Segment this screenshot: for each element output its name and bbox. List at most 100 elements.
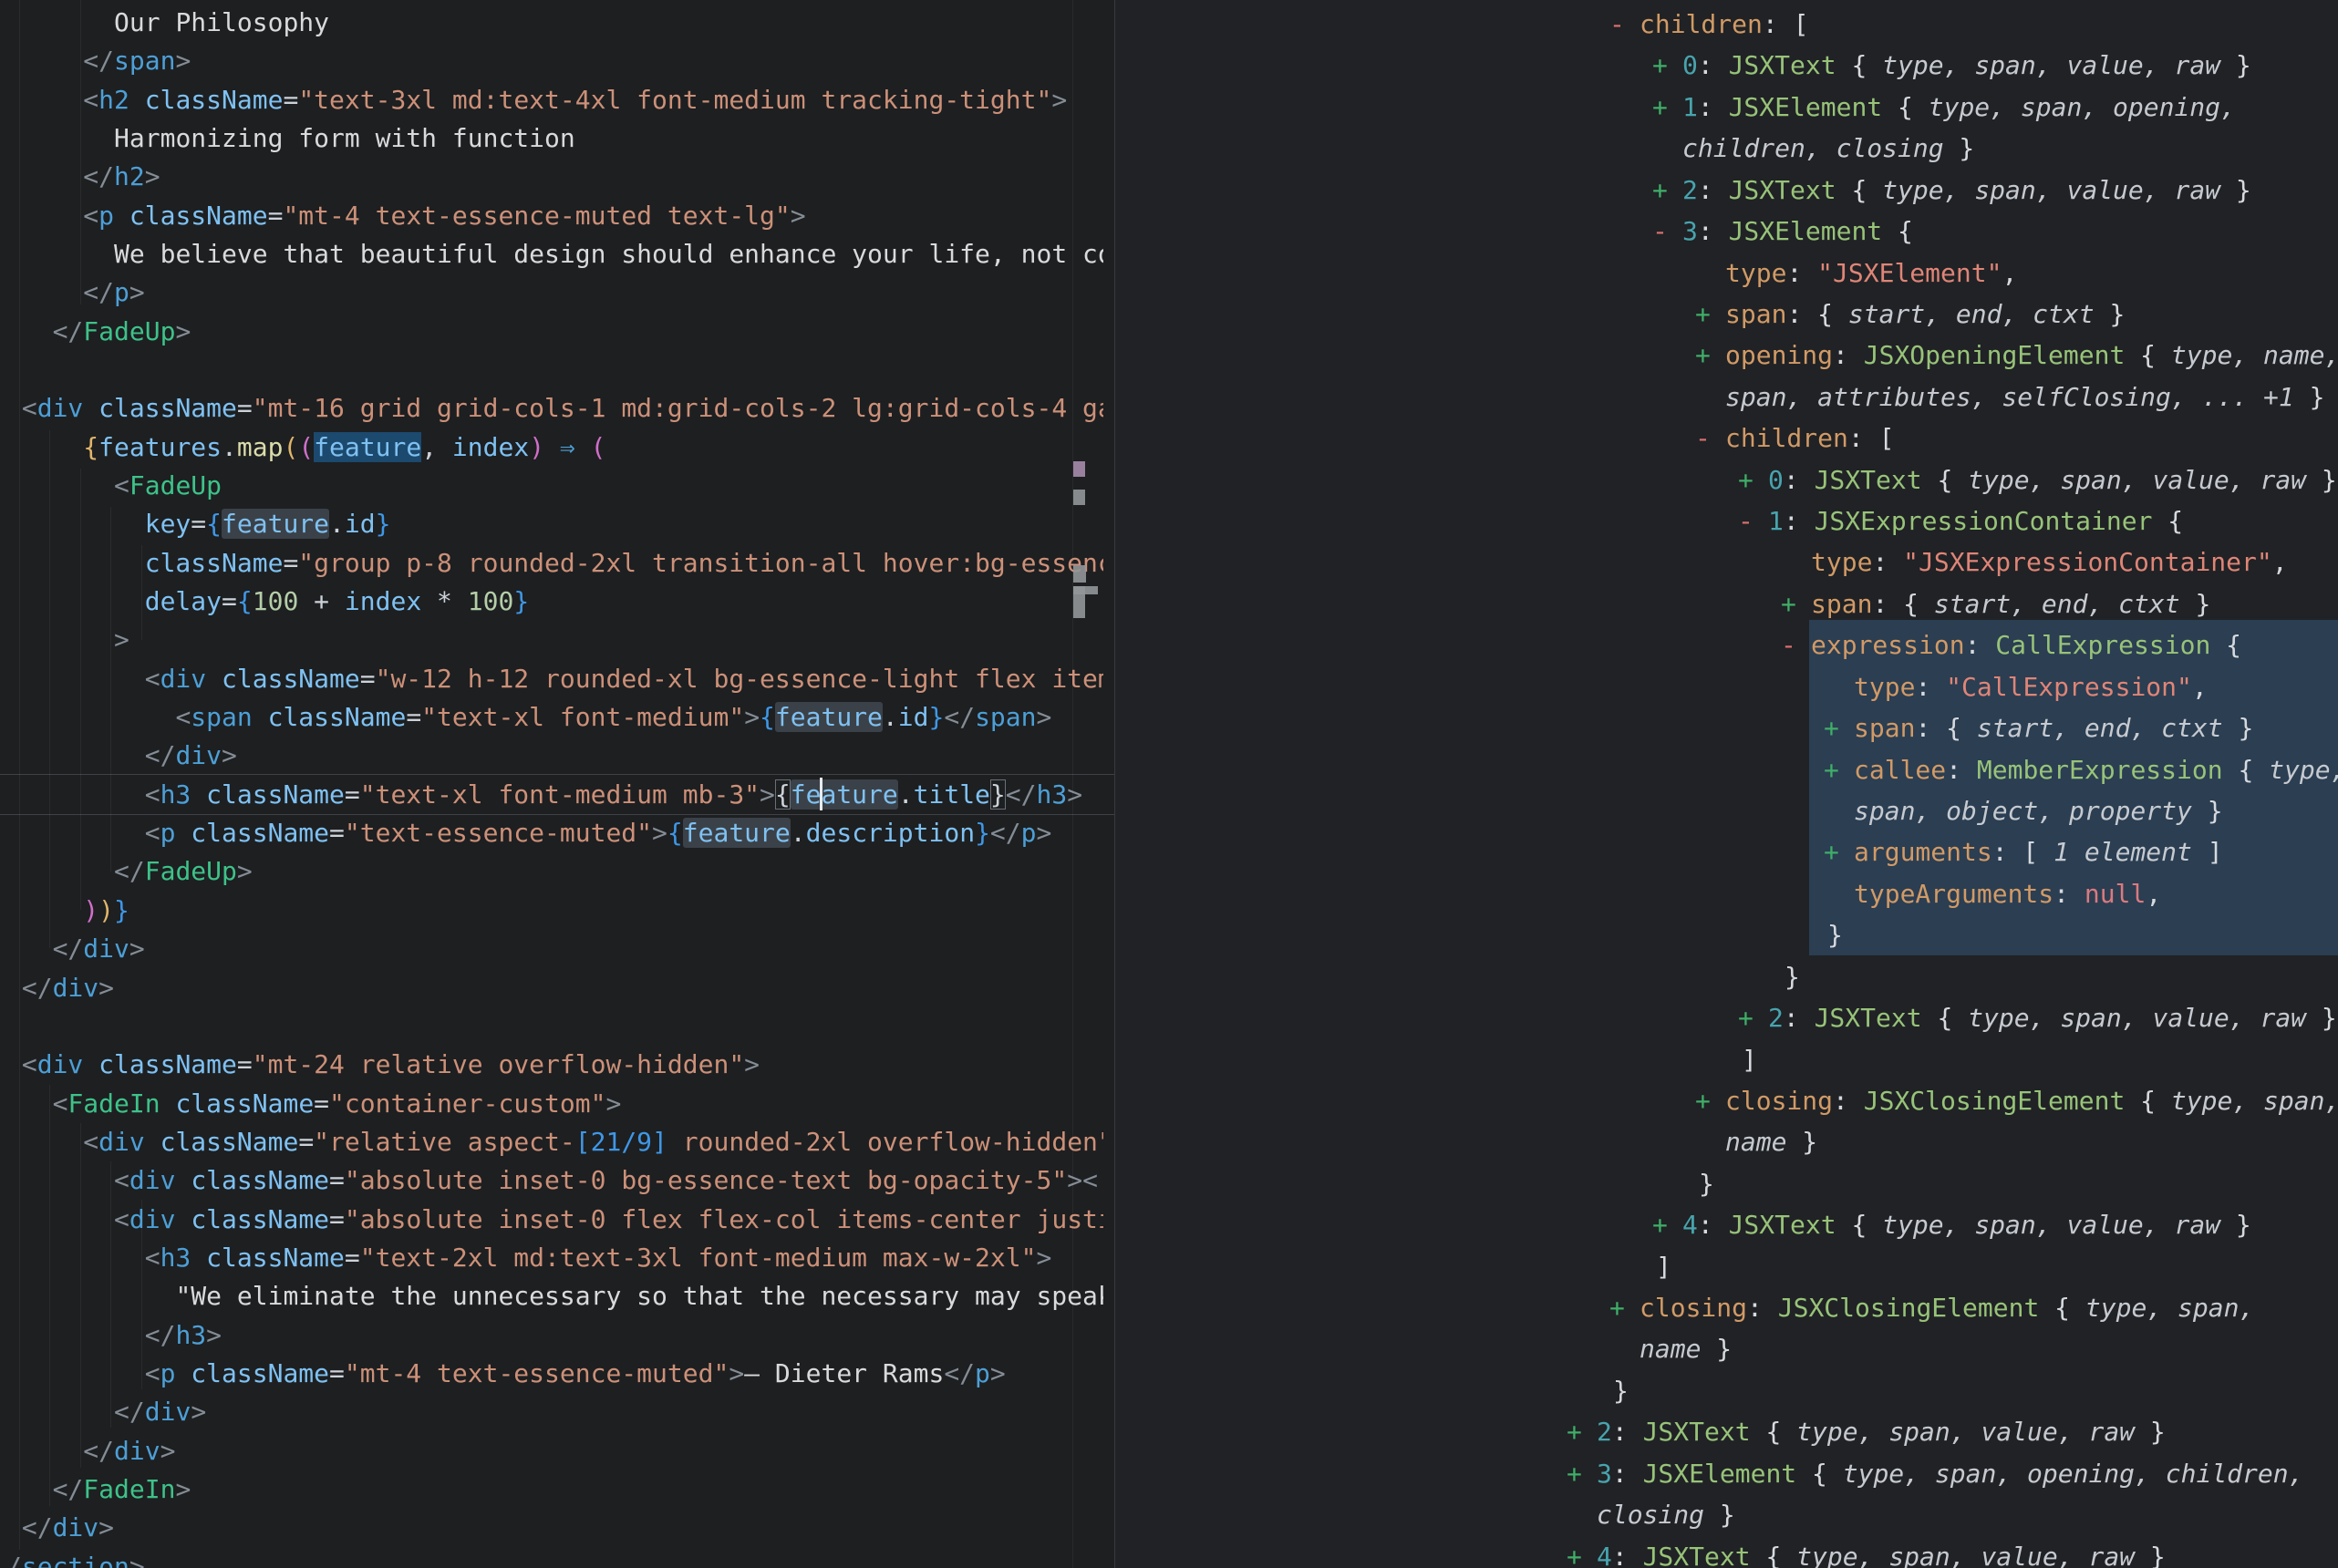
ast-row[interactable]: children, closing } bbox=[1682, 128, 1974, 170]
ast-row[interactable]: type: "CallExpression", bbox=[1854, 666, 2208, 708]
ast-row[interactable]: span, object, property } bbox=[1854, 790, 2223, 832]
ast-row[interactable]: +1: JSXElement { type, span, opening, bbox=[1682, 87, 2236, 129]
code-line[interactable]: <h3 className="text-xl font-medium mb-3"… bbox=[6, 776, 1082, 815]
ast-row[interactable]: +2: JSXText { type, span, value, raw } bbox=[1768, 997, 2337, 1039]
code-line[interactable]: <div className="mt-16 grid grid-cols-1 m… bbox=[6, 389, 1103, 428]
ast-row[interactable]: +span: { start, end, ctxt } bbox=[1811, 583, 2210, 625]
code-line[interactable]: <div className="w-12 h-12 rounded-xl bg-… bbox=[6, 660, 1103, 699]
ast-row[interactable]: span, attributes, selfClosing, ... +1 } bbox=[1725, 377, 2324, 418]
ast-row[interactable]: } bbox=[1827, 914, 1843, 956]
code-line[interactable]: </div> bbox=[6, 1393, 206, 1432]
code-line[interactable]: /section> bbox=[6, 1548, 145, 1568]
ast-row[interactable]: typeArguments: null, bbox=[1854, 873, 2161, 915]
expand-toggle-icon[interactable]: + bbox=[1824, 749, 1854, 790]
expand-toggle-icon[interactable]: + bbox=[1738, 997, 1768, 1038]
code-line[interactable]: <div className="absolute inset-0 flex fl… bbox=[6, 1201, 1103, 1240]
code-line[interactable]: </FadeUp> bbox=[6, 852, 253, 892]
expand-toggle-icon[interactable]: + bbox=[1652, 87, 1682, 128]
editor-text-area[interactable]: Our Philosophy </span> <h2 className="te… bbox=[0, 0, 1103, 1568]
ast-row[interactable]: -3: JSXElement { bbox=[1682, 211, 1913, 253]
code-line[interactable]: </FadeIn> bbox=[6, 1470, 191, 1510]
code-line[interactable]: delay={100 + index * 100} bbox=[6, 583, 529, 622]
code-line[interactable]: className="group p-8 rounded-2xl transit… bbox=[6, 544, 1103, 583]
code-line[interactable]: <div className="absolute inset-0 bg-esse… bbox=[6, 1161, 1098, 1201]
expand-toggle-icon[interactable]: + bbox=[1652, 170, 1682, 211]
ast-row[interactable]: +3: JSXElement { type, span, opening, ch… bbox=[1597, 1453, 2303, 1495]
code-line[interactable]: <div className="relative aspect-[21/9] r… bbox=[6, 1123, 1103, 1162]
code-line[interactable]: <p className="mt-4 text-essence-muted te… bbox=[6, 197, 806, 236]
expand-toggle-icon[interactable]: + bbox=[1738, 459, 1768, 500]
ast-row[interactable]: +span: { start, end, ctxt } bbox=[1854, 707, 2253, 749]
code-line[interactable]: <FadeUp bbox=[6, 467, 222, 506]
ast-row[interactable]: -1: JSXExpressionContainer { bbox=[1768, 500, 2183, 542]
expand-toggle-icon[interactable]: + bbox=[1567, 1411, 1597, 1452]
code-line[interactable]: </h2> bbox=[6, 158, 160, 197]
code-line[interactable]: </div> bbox=[6, 737, 237, 776]
expand-toggle-icon[interactable]: + bbox=[1824, 707, 1854, 748]
expand-toggle-icon[interactable]: + bbox=[1609, 1287, 1640, 1328]
code-line[interactable]: </div> bbox=[6, 930, 145, 969]
code-line[interactable]: </h3> bbox=[6, 1316, 222, 1356]
code-line[interactable]: </span> bbox=[6, 42, 191, 81]
expand-toggle-icon[interactable]: + bbox=[1695, 335, 1725, 376]
ast-row[interactable]: +0: JSXText { type, span, value, raw } bbox=[1768, 459, 2337, 501]
expand-toggle-icon[interactable]: + bbox=[1652, 45, 1682, 86]
ast-row[interactable]: +span: { start, end, ctxt } bbox=[1725, 294, 2125, 335]
ast-row[interactable]: type: "JSXExpressionContainer", bbox=[1811, 542, 2288, 583]
ast-row[interactable]: +4: JSXText { type, span, value, raw } bbox=[1682, 1204, 2251, 1246]
ast-row[interactable]: ] bbox=[1656, 1246, 1671, 1288]
code-line[interactable]: Harmonizing form with function bbox=[6, 119, 575, 159]
code-line[interactable]: <h2 className="text-3xl md:text-4xl font… bbox=[6, 81, 1067, 120]
code-line[interactable]: {features.map((feature, index) ⇒ ( bbox=[6, 428, 606, 468]
code-line[interactable]: Our Philosophy bbox=[6, 4, 329, 43]
ast-row[interactable]: +0: JSXText { type, span, value, raw } bbox=[1682, 45, 2251, 87]
code-line[interactable]: key={feature.id} bbox=[6, 505, 390, 544]
expand-toggle-icon[interactable]: + bbox=[1567, 1453, 1597, 1494]
ast-row[interactable]: +4: JSXText { type, span, value, raw } bbox=[1597, 1536, 2166, 1568]
code-line[interactable]: </div> bbox=[6, 1432, 175, 1471]
collapse-toggle-icon[interactable]: - bbox=[1738, 500, 1768, 542]
ast-row[interactable]: ] bbox=[1742, 1039, 1757, 1081]
code-line[interactable]: </p> bbox=[6, 273, 145, 313]
ast-row[interactable]: +2: JSXText { type, span, value, raw } bbox=[1597, 1411, 2166, 1453]
ast-row[interactable]: name } bbox=[1640, 1328, 1732, 1370]
code-line[interactable]: ))} bbox=[6, 892, 129, 931]
expand-toggle-icon[interactable]: + bbox=[1652, 1204, 1682, 1245]
ast-row[interactable]: +closing: JSXClosingElement { type, span… bbox=[1640, 1287, 2254, 1329]
collapse-toggle-icon[interactable]: - bbox=[1695, 418, 1725, 459]
code-line[interactable]: We believe that beautiful design should … bbox=[6, 235, 1103, 274]
expand-toggle-icon[interactable]: + bbox=[1824, 831, 1854, 872]
ast-row[interactable]: closing } bbox=[1597, 1494, 1735, 1536]
code-line[interactable]: </FadeUp> bbox=[6, 313, 191, 352]
ast-tree-pane[interactable]: -children: [+0: JSXText { type, span, va… bbox=[1115, 0, 2338, 1568]
ast-row[interactable]: -children: [ bbox=[1725, 418, 1894, 459]
code-line[interactable]: <span className="text-xl font-medium">{f… bbox=[6, 698, 1051, 738]
code-editor-pane[interactable]: Our Philosophy </span> <h2 className="te… bbox=[0, 0, 1115, 1568]
ast-row[interactable]: +closing: JSXClosingElement { type, span… bbox=[1725, 1080, 2338, 1122]
code-line[interactable]: </div> bbox=[6, 969, 114, 1008]
ast-row[interactable]: -children: [ bbox=[1640, 4, 1808, 46]
expand-toggle-icon[interactable]: + bbox=[1781, 583, 1811, 624]
expand-toggle-icon[interactable]: + bbox=[1695, 294, 1725, 335]
collapse-toggle-icon[interactable]: - bbox=[1609, 4, 1640, 45]
expand-toggle-icon[interactable]: + bbox=[1567, 1536, 1597, 1568]
code-line[interactable]: </div> bbox=[6, 1509, 114, 1548]
code-line[interactable]: "We eliminate the unnecessary so that th… bbox=[6, 1277, 1103, 1316]
code-line[interactable]: <FadeIn className="container-custom"> bbox=[6, 1085, 621, 1124]
ast-row[interactable]: } bbox=[1699, 1163, 1714, 1205]
code-line[interactable]: <h3 className="text-2xl md:text-3xl font… bbox=[6, 1239, 1051, 1278]
ast-row[interactable]: } bbox=[1785, 956, 1800, 998]
ast-row[interactable]: +callee: MemberExpression { type, bbox=[1854, 749, 2338, 791]
code-line[interactable]: > bbox=[6, 621, 129, 660]
ast-row[interactable]: +opening: JSXOpeningElement { type, name… bbox=[1725, 335, 2338, 377]
ast-row[interactable]: +2: JSXText { type, span, value, raw } bbox=[1682, 170, 2251, 211]
code-line[interactable]: <p className="text-essence-muted">{featu… bbox=[6, 814, 1051, 853]
code-line[interactable]: <p className="mt-4 text-essence-muted">—… bbox=[6, 1355, 1006, 1394]
ast-row[interactable]: type: "JSXElement", bbox=[1725, 253, 2017, 294]
ast-row[interactable]: name } bbox=[1725, 1121, 1817, 1163]
ast-row[interactable]: } bbox=[1613, 1370, 1629, 1412]
collapse-toggle-icon[interactable]: - bbox=[1781, 624, 1811, 665]
ast-row[interactable]: +arguments: [ 1 element ] bbox=[1854, 831, 2223, 873]
expand-toggle-icon[interactable]: + bbox=[1695, 1080, 1725, 1121]
code-line[interactable]: <div className="mt-24 relative overflow-… bbox=[6, 1046, 760, 1085]
